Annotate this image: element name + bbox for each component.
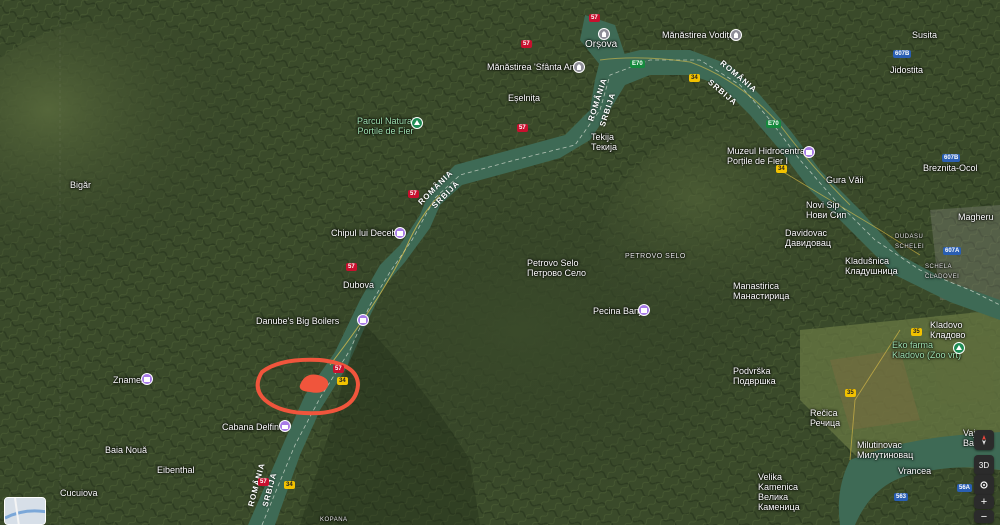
road-shield-34: 34 [337,377,348,385]
place-bigar[interactable]: Bigăr [70,180,91,190]
place-cabana-delfinul[interactable]: Cabana Delfinul [222,422,286,432]
place-kladusnica[interactable]: Kladušnica [845,256,889,266]
place-milutinovac[interactable]: Milutinovac [857,440,902,450]
zoom-out-button[interactable]: − [974,510,994,523]
place-gura-vaii[interactable]: Gura Văii [826,175,864,185]
road-shield-607a: 607A [943,247,962,255]
place-chipul-decebal[interactable]: Chipul lui Decebal [331,228,404,238]
road-shield-57: 57 [521,40,532,48]
locate-icon[interactable] [974,475,994,495]
road-shield-563: 563 [894,493,909,501]
zoom-in-button[interactable]: + [974,495,994,509]
landmark-icon[interactable] [394,227,406,239]
place-davidovac-cyr: Давидовац [785,238,832,248]
place-petrovo-selo-cyr: Петрово Село [527,268,587,278]
place-manastirea-vodita[interactable]: Mănăstirea Vodița [662,30,734,40]
place-velika-kamenica[interactable]: Velika Kamenica [758,472,798,492]
place-novi-sip[interactable]: Novi Sip [806,200,840,210]
road-shield-57: 57 [589,14,600,22]
road-shield-e70: E70 [766,120,781,128]
place-eselnita[interactable]: Eșelnița [508,93,540,103]
place-vrancea[interactable]: Vrancea [898,466,931,476]
place-recica[interactable]: Rečica [810,408,838,418]
road-shield-34: 34 [689,74,700,82]
place-tekija[interactable]: Tekija [591,132,614,142]
place-kladusnica-cyr: Кладушница [845,266,898,276]
place-novi-sip-cyr: Нови Сип [806,210,847,220]
place-danube-boilers[interactable]: Danube's Big Boilers [256,316,339,326]
place-jidostita[interactable]: Jidostita [890,65,923,75]
road-shield-56a: 56A [957,484,973,492]
road-shield-57: 57 [408,190,419,198]
place-kopana: KOPANA [320,517,348,523]
layer-toggle-thumbnail[interactable] [4,497,46,525]
place-magheru[interactable]: Magheru [958,212,994,222]
place-eibenthal[interactable]: Eibenthal [157,465,195,475]
road-shield-35: 35 [911,328,922,336]
place-manastirica[interactable]: Manastirica [733,281,779,291]
road-shield-57: 57 [346,263,357,271]
place-schela: SCHELA CLADOVEI [925,264,960,280]
place-velika-kamenica-cyr: Велика Каменица [758,492,800,512]
lodging-icon[interactable] [279,420,291,432]
place-eko-farma[interactable]: Eko farma Kladovo (Zoo vrt) [892,340,961,360]
place-milutinovac-cyr: Милутиновац [857,450,914,460]
place-recica-cyr: Речица [810,418,841,428]
road-shield-35: 35 [845,389,856,397]
map-canvas[interactable]: ROMÂNIA SRBIJA ROMÂNIA SRBIJA ROMÂNIA SR… [0,0,1000,525]
place-podvrska-cyr: Подвршка [733,376,776,386]
place-kladovo[interactable]: Kladovo [930,320,963,330]
place-susita[interactable]: Susita [912,30,937,40]
park-icon[interactable] [411,117,423,129]
road-shield-607b: 607B [893,50,912,58]
road-shield-57: 57 [258,478,269,486]
view-3d-button[interactable]: 3D [974,455,994,475]
place-dudasu: DUDAȘU SCHELEI [895,234,925,250]
monastery-icon[interactable] [598,28,610,40]
place-cucuiova[interactable]: Cucuiova [60,488,98,498]
place-muzeul-hidro[interactable]: Muzeul Hidrocentralei Porțile de Fier I [727,146,814,166]
compass-icon[interactable] [974,430,994,450]
zoo-icon[interactable] [953,342,965,354]
place-kladovo-cyr: Кладово [930,330,966,340]
place-tekija-cyr: Текија [591,142,617,152]
place-petrovo-selo[interactable]: Petrovo Selo [527,258,579,268]
place-manastirica-cyr: Манастирица [733,291,790,301]
museum-icon[interactable] [803,146,815,158]
place-breznita[interactable]: Breznita-Ocol [923,163,978,173]
place-manastirea-sfanta-ana[interactable]: Mănăstirea 'Sfânta Ana' [487,62,582,72]
place-parcul-natural[interactable]: Parcul Natural Porțile de Fier [357,116,414,136]
monastery-icon[interactable] [730,29,742,41]
place-orsova[interactable]: Orșova [585,40,617,50]
monastery-icon[interactable] [573,61,585,73]
road-shield-34: 34 [776,165,787,173]
place-dubova[interactable]: Dubova [343,280,374,290]
landmark-icon[interactable] [141,373,153,385]
place-podvrska[interactable]: Podvrška [733,366,771,376]
landmark-icon[interactable] [638,304,650,316]
road-shield-57: 57 [517,124,528,132]
road-shield-607b: 607B [942,154,961,162]
road-shield-e70: E70 [630,60,645,68]
road-label-petrovo-selo: PETROVO SELO [625,253,686,260]
place-baia-noua[interactable]: Baia Nouă [105,445,147,455]
road-shield-57: 57 [333,365,344,373]
road-shield-34: 34 [284,481,295,489]
place-davidovac[interactable]: Davidovac [785,228,827,238]
landmark-icon[interactable] [357,314,369,326]
